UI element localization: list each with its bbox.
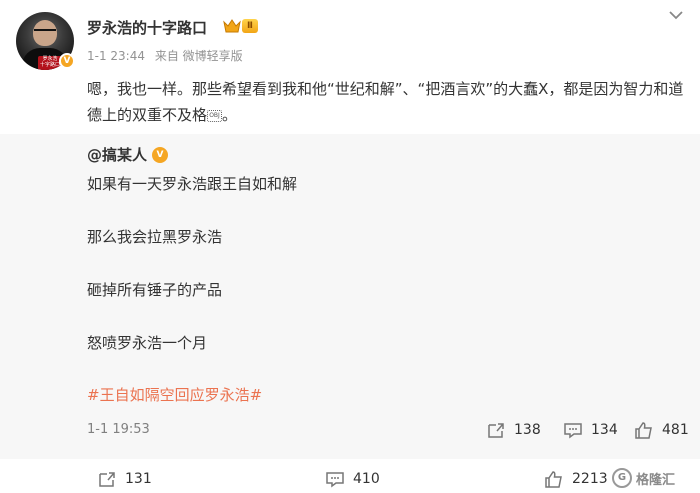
- repost-like-button[interactable]: 481: [634, 421, 689, 439]
- verified-icon: V: [59, 53, 75, 69]
- crown-icon: [223, 19, 241, 33]
- repost-line: 如果有一天罗永浩跟王自如和解: [87, 175, 298, 193]
- post-text: 嗯，我也一样。那些希望看到我和他“世纪和解”、“把酒言欢”的大蠢X，都是因为智力…: [87, 76, 687, 128]
- watermark-text: 格隆汇: [636, 472, 676, 488]
- repost-count: 131: [125, 471, 152, 487]
- comment-count: 410: [353, 471, 380, 487]
- repost-comment-button[interactable]: 134: [563, 421, 618, 439]
- post-time[interactable]: 1-1 23:44: [87, 49, 145, 63]
- like-button[interactable]: 2213: [544, 470, 608, 488]
- post-meta: 1-1 23:44 来自 微博轻享版: [87, 47, 249, 64]
- like-icon: [545, 471, 562, 488]
- hashtag-link[interactable]: #王自如隔空回应罗永浩#: [87, 384, 262, 405]
- watermark: G 格隆汇: [612, 465, 700, 491]
- watermark-logo-icon: G: [612, 468, 632, 488]
- repost-time[interactable]: 1-1 19:53: [87, 422, 150, 437]
- like-icon: [635, 422, 652, 439]
- repost-line: 怒喷罗永浩一个月: [87, 334, 208, 352]
- repost-icon: [488, 423, 504, 438]
- repost-count: 138: [514, 422, 541, 438]
- post-text-body: 嗯，我也一样。那些希望看到我和他“世纪和解”、“把酒言欢”的大蠢X，都是因为智力…: [87, 80, 684, 124]
- repost-icon: [99, 472, 115, 487]
- repost-line: 那么我会拉黑罗永浩: [87, 228, 223, 246]
- comment-button[interactable]: 410: [325, 470, 380, 488]
- like-count: 481: [662, 422, 689, 438]
- repost-repost-button[interactable]: 138: [486, 421, 541, 439]
- comment-icon: [326, 472, 344, 488]
- level-badge[interactable]: Ⅱ: [242, 19, 258, 33]
- post-text-end: 。: [222, 106, 238, 124]
- repost-line: 砸掉所有锤子的产品: [87, 281, 223, 299]
- comment-count: 134: [591, 422, 618, 438]
- comment-icon: [564, 423, 582, 439]
- repost-button[interactable]: 131: [97, 470, 152, 488]
- post-author-name[interactable]: 罗永浩的十字路口: [87, 17, 207, 38]
- like-count: 2213: [572, 471, 608, 487]
- post-source: 来自 微博轻享版: [154, 49, 243, 63]
- repost-author[interactable]: @搞某人: [87, 144, 147, 165]
- emoji-icon: OBJ: [207, 109, 223, 122]
- more-icon[interactable]: [664, 6, 688, 24]
- repost-verified-icon: V: [152, 147, 168, 163]
